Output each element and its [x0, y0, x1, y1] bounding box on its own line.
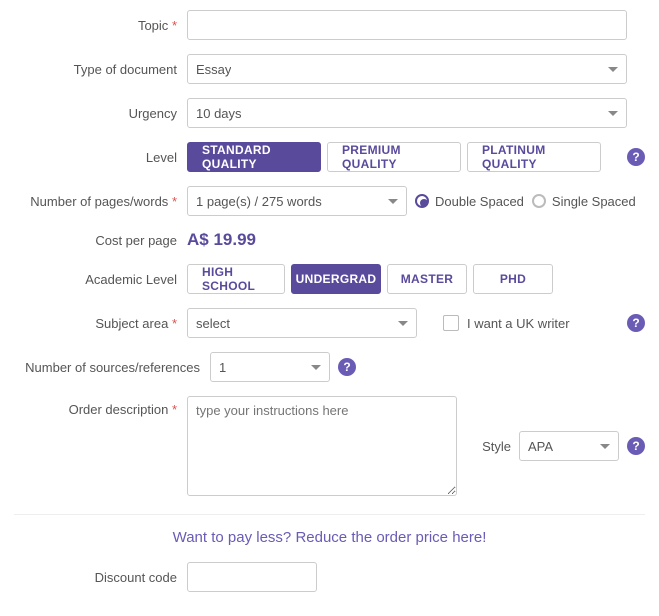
quality-premium-button[interactable]: PREMIUM QUALITY: [327, 142, 461, 172]
subject-label: Subject area *: [14, 316, 187, 331]
uk-writer-label: I want a UK writer: [467, 316, 570, 331]
quality-standard-button[interactable]: STANDARD QUALITY: [187, 142, 321, 172]
help-icon[interactable]: ?: [338, 358, 356, 376]
discount-label: Discount code: [14, 570, 187, 585]
description-label: Order description *: [14, 396, 187, 417]
chevron-down-icon: [608, 111, 618, 116]
style-select[interactable]: APA: [519, 431, 619, 461]
divider: [14, 514, 645, 515]
cost-value: A$ 19.99: [187, 230, 256, 250]
topic-label: Topic *: [14, 18, 187, 33]
help-icon[interactable]: ?: [627, 148, 645, 166]
level-label: Level: [14, 150, 187, 165]
academic-master-button[interactable]: MASTER: [387, 264, 467, 294]
academic-highschool-button[interactable]: HIGH SCHOOL: [187, 264, 285, 294]
academic-label: Academic Level: [14, 272, 187, 287]
spacing-single-radio[interactable]: Single Spaced: [532, 194, 636, 209]
uk-writer-checkbox[interactable]: [443, 315, 459, 331]
urgency-label: Urgency: [14, 106, 187, 121]
quality-platinum-button[interactable]: PLATINUM QUALITY: [467, 142, 601, 172]
doc-type-select[interactable]: Essay: [187, 54, 627, 84]
chevron-down-icon: [311, 365, 321, 370]
pages-label: Number of pages/words *: [14, 194, 187, 209]
chevron-down-icon: [388, 199, 398, 204]
style-label: Style: [482, 439, 511, 454]
sources-select[interactable]: 1: [210, 352, 330, 382]
subject-select[interactable]: select: [187, 308, 417, 338]
academic-undergrad-button[interactable]: UNDERGRAD: [291, 264, 381, 294]
sources-label: Number of sources/references: [14, 360, 210, 375]
chevron-down-icon: [600, 444, 610, 449]
discount-input[interactable]: [187, 562, 317, 592]
spacing-double-radio[interactable]: Double Spaced: [415, 194, 524, 209]
pages-select[interactable]: 1 page(s) / 275 words: [187, 186, 407, 216]
academic-phd-button[interactable]: PHD: [473, 264, 553, 294]
description-textarea[interactable]: [187, 396, 457, 496]
promo-text: Want to pay less? Reduce the order price…: [14, 529, 645, 546]
doc-type-label: Type of document: [14, 62, 187, 77]
topic-input[interactable]: [187, 10, 627, 40]
help-icon[interactable]: ?: [627, 437, 645, 455]
help-icon[interactable]: ?: [627, 314, 645, 332]
cost-label: Cost per page: [14, 233, 187, 248]
urgency-select[interactable]: 10 days: [187, 98, 627, 128]
chevron-down-icon: [608, 67, 618, 72]
chevron-down-icon: [398, 321, 408, 326]
